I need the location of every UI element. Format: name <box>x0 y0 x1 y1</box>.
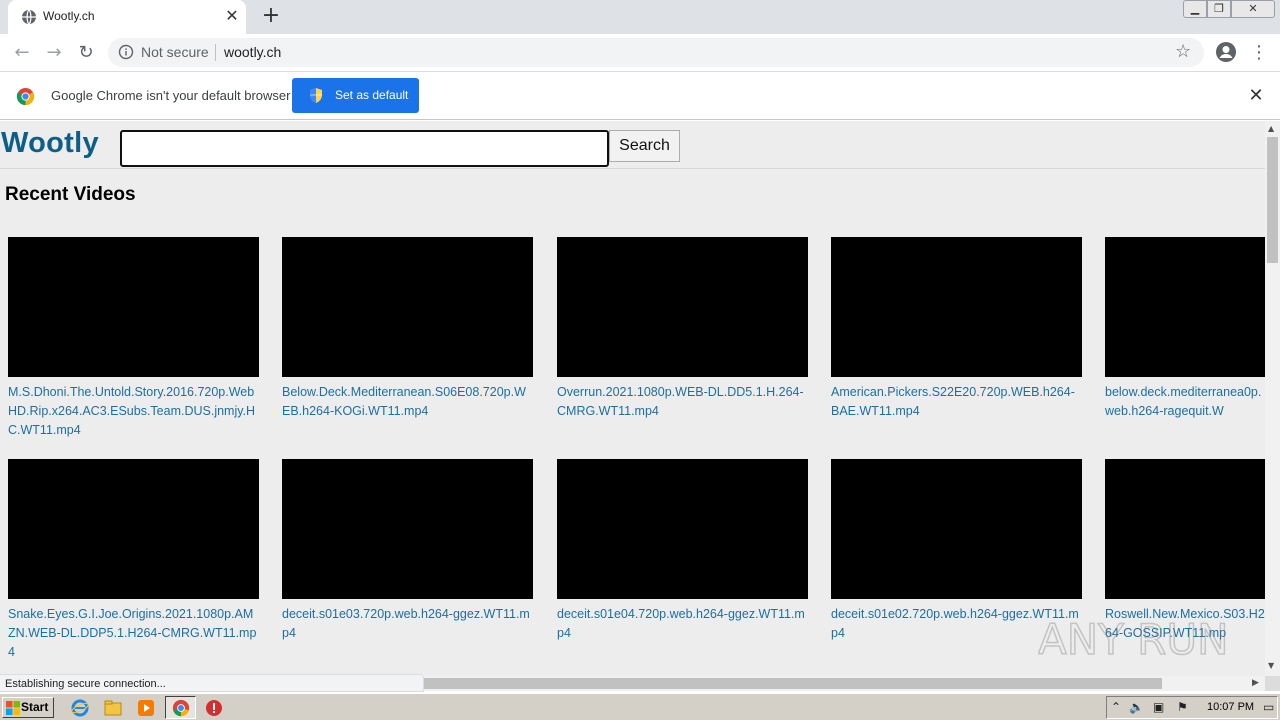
info-icon[interactable] <box>118 44 134 60</box>
section-title: Recent Videos <box>5 184 136 205</box>
site-logo[interactable]: Wootly <box>1 127 99 160</box>
video-title-link[interactable]: deceit.s01e03.720p.web.h264-ggez.WT11.mp… <box>282 605 534 643</box>
scrollbar-corner <box>1265 676 1280 691</box>
video-title-link[interactable]: American.Pickers.S22E20.720p.WEB.h264-BA… <box>831 383 1083 421</box>
tab-close-icon[interactable]: ✕ <box>223 6 241 26</box>
site-header: Wootly Search <box>0 121 1265 169</box>
watermark-text: ANY RUN <box>1038 615 1229 664</box>
video-thumbnail[interactable] <box>557 237 808 377</box>
reload-icon[interactable]: ↻ <box>73 40 99 66</box>
video-card[interactable]: below.deck.mediterranea0p.web.h264-rageq… <box>1105 237 1265 437</box>
network-icon[interactable]: ▣ <box>1153 700 1164 714</box>
browser-toolbar: ← → ↻ Not secure wootly.ch ☆ ⋮ <box>0 34 1280 72</box>
chrome-logo-icon <box>16 87 35 106</box>
tab-title: Wootly.ch <box>43 9 95 23</box>
url-text[interactable]: wootly.ch <box>224 44 281 60</box>
restore-icon[interactable]: ❐ <box>1207 0 1231 18</box>
tab-wootly[interactable]: Wootly.ch ✕ <box>8 0 246 34</box>
address-bar[interactable]: Not secure wootly.ch ☆ <box>108 38 1204 67</box>
infobar-close-icon[interactable]: ✕ <box>1246 86 1266 106</box>
page-viewport: Wootly Search Recent Videos M.S.Dhoni.Th… <box>0 121 1265 676</box>
scroll-down-icon[interactable]: ▼ <box>1268 661 1274 670</box>
video-title-link[interactable]: Snake.Eyes.G.I.Joe.Origins.2021.1080p.AM… <box>8 605 260 662</box>
forward-arrow-icon[interactable]: → <box>41 40 67 66</box>
video-thumbnail[interactable] <box>8 237 259 377</box>
show-desktop-icon[interactable]: ▭ <box>1263 700 1274 714</box>
search-button[interactable]: Search <box>609 130 680 162</box>
window-close-icon[interactable]: ✕ <box>1231 0 1275 18</box>
media-player-icon[interactable] <box>137 699 155 717</box>
tab-strip: Wootly.ch ✕ + ▁ ❐ ✕ <box>0 0 1280 34</box>
scroll-right-icon[interactable]: ▶ <box>1252 678 1259 688</box>
vertical-scroll-thumb[interactable] <box>1267 137 1278 263</box>
video-thumbnail[interactable] <box>1105 459 1265 599</box>
video-thumbnail[interactable] <box>557 459 808 599</box>
video-thumbnail[interactable] <box>831 459 1082 599</box>
video-title-link[interactable]: Below.Deck.Mediterranean.S06E08.720p.WEB… <box>282 383 534 421</box>
video-title-link[interactable]: Overrun.2021.1080p.WEB-DL.DD5.1.H.264-CM… <box>557 383 809 421</box>
set-default-button[interactable]: Set as default <box>292 78 419 113</box>
video-thumbnail[interactable] <box>1105 237 1265 377</box>
omnibox-separator <box>215 44 216 61</box>
video-thumbnail[interactable] <box>282 459 533 599</box>
video-title-link[interactable]: M.S.Dhoni.The.Untold.Story.2016.720p.Web… <box>8 383 260 440</box>
vertical-scrollbar[interactable]: ▲ ▼ <box>1265 121 1280 676</box>
search-input[interactable] <box>120 130 609 167</box>
stop-sign-icon[interactable] <box>205 699 223 717</box>
globe-icon <box>22 9 36 25</box>
infobar-message: Google Chrome isn't your default browser <box>51 88 291 103</box>
default-browser-infobar: Google Chrome isn't your default browser… <box>0 72 1280 120</box>
video-thumbnail[interactable] <box>282 237 533 377</box>
scroll-up-icon[interactable]: ▲ <box>1268 124 1274 133</box>
anyrun-watermark: ANY RUN <box>1038 614 1229 664</box>
windows-flag-icon <box>6 701 20 715</box>
security-label[interactable]: Not secure <box>141 44 209 60</box>
new-tab-button[interactable]: + <box>258 3 284 29</box>
windows-taskbar: Start ⌃ 🔈 ▣ ⚑ 10:07 PM ▭ <box>0 693 1280 720</box>
profile-avatar-icon[interactable] <box>1215 41 1237 63</box>
start-button[interactable]: Start <box>2 697 54 718</box>
start-label: Start <box>21 700 49 714</box>
uac-shield-icon <box>310 88 322 103</box>
taskbar-clock[interactable]: 10:07 PM <box>1207 701 1254 713</box>
taskbar-chrome-button[interactable] <box>165 696 196 719</box>
internet-explorer-icon[interactable] <box>71 699 89 717</box>
volume-icon[interactable]: 🔈 <box>1129 700 1144 714</box>
set-default-label: Set as default <box>335 88 409 102</box>
bookmark-star-icon[interactable]: ☆ <box>1175 41 1191 63</box>
action-center-flag-icon[interactable]: ⚑ <box>1177 700 1188 714</box>
menu-kebab-icon[interactable]: ⋮ <box>1249 40 1269 66</box>
video-thumbnail[interactable] <box>8 459 259 599</box>
horizontal-scroll-thumb[interactable] <box>424 678 1162 689</box>
file-explorer-icon[interactable] <box>104 699 122 717</box>
status-bubble: Establishing secure connection... <box>0 674 424 692</box>
minimize-icon[interactable]: ▁ <box>1183 0 1207 18</box>
tray-expand-icon[interactable]: ⌃ <box>1111 700 1121 714</box>
video-thumbnail[interactable] <box>831 237 1082 377</box>
video-title-link[interactable]: below.deck.mediterranea0p.web.h264-rageq… <box>1105 383 1265 421</box>
system-tray: ⌃ 🔈 ▣ ⚑ 10:07 PM ▭ <box>1106 696 1278 719</box>
back-arrow-icon[interactable]: ← <box>9 40 35 66</box>
video-title-link[interactable]: deceit.s01e04.720p.web.h264-ggez.WT11.mp… <box>557 605 809 643</box>
chrome-taskbar-icon <box>172 699 190 717</box>
